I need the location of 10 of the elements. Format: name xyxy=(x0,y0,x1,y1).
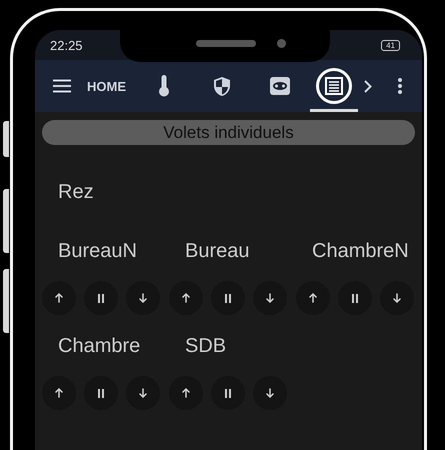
section-banner: Volets individuels xyxy=(42,120,415,145)
shutter-name: Bureau xyxy=(185,240,250,263)
shutter-name: ChambreN xyxy=(312,240,410,263)
floor-title: Rez xyxy=(58,181,95,204)
shutter-name: Chambre xyxy=(58,335,142,358)
shutter-name: SDB xyxy=(185,335,228,358)
battery-indicator: 41 xyxy=(381,40,400,50)
shutter-name: BureauN xyxy=(58,240,138,263)
status-time: 22:25 xyxy=(50,38,83,52)
nav-tab[interactable]: HOME xyxy=(87,60,126,112)
